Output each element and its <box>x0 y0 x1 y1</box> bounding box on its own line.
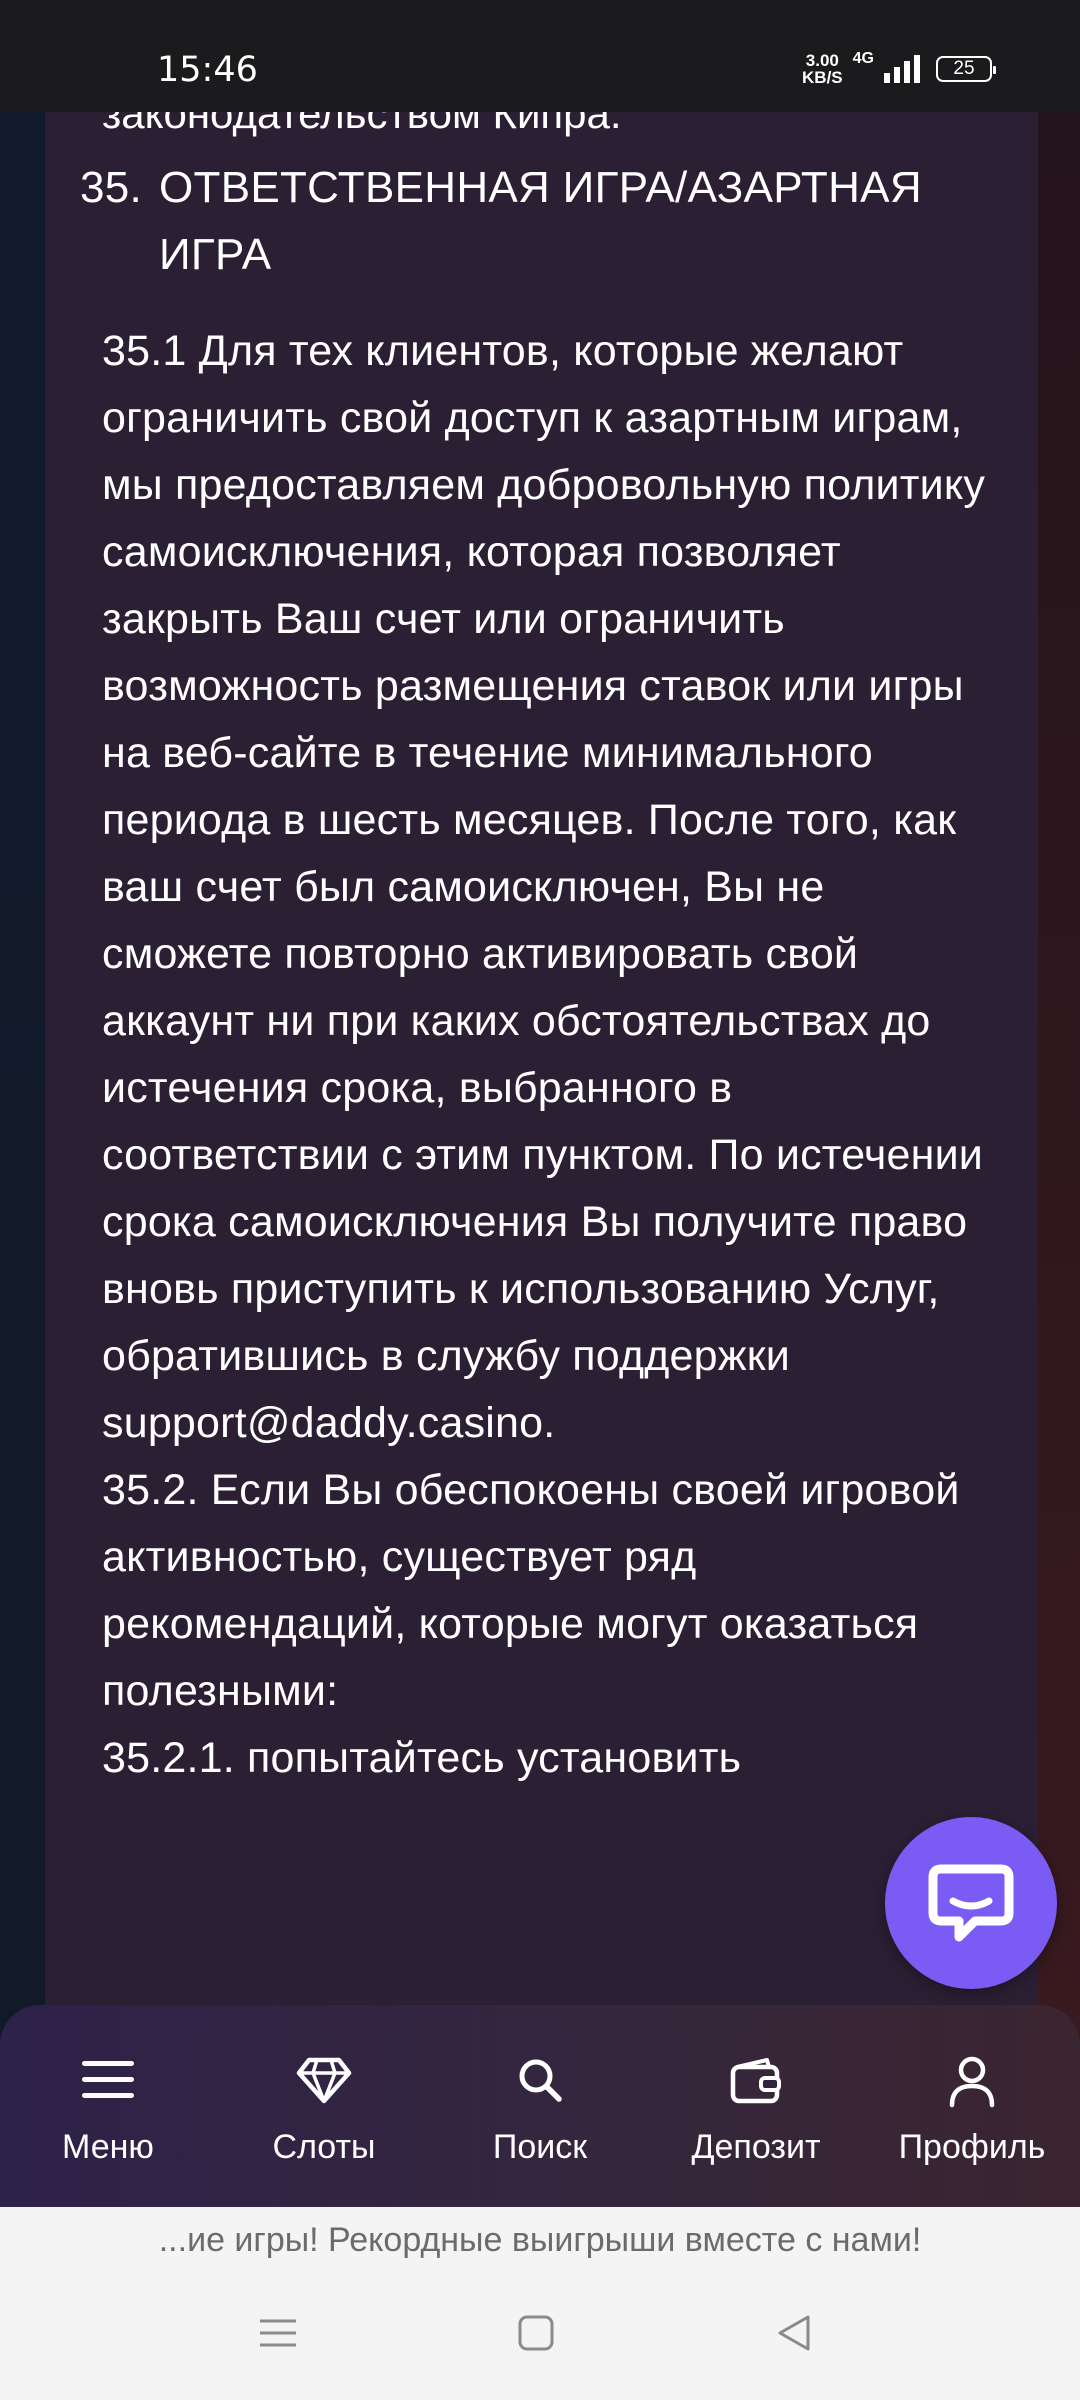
battery-level: 25 <box>953 58 975 79</box>
paragraph-35-1: 35.1 Для тех клиентов, которые желают ог… <box>102 327 986 1447</box>
terms-article: законодательством Кипра. 35. ОТВЕТСТВЕНН… <box>0 0 1080 2005</box>
network-type: 4G <box>852 50 874 67</box>
nav-label-deposit: Депозит <box>691 2128 821 2166</box>
network-speed-unit: KB/S <box>802 68 843 87</box>
nav-item-profile[interactable]: Профиль <box>872 2005 1072 2207</box>
section-number: 35. <box>80 163 143 212</box>
nav-label-menu: Меню <box>62 2128 154 2166</box>
chat-button[interactable] <box>885 1817 1057 1989</box>
network-speed: 3.00 KB/S <box>802 52 843 86</box>
status-indicators: 3.00 KB/S 4G 25 <box>802 50 996 86</box>
bottom-navigation: Меню Слоты Поиск Депозит Профиль <box>0 2005 1080 2207</box>
battery-icon: 25 <box>936 56 996 82</box>
user-icon <box>949 2056 995 2108</box>
wallet-icon <box>730 2058 781 2104</box>
nav-item-menu[interactable]: Меню <box>8 2005 208 2207</box>
nav-label-search: Поиск <box>492 2128 588 2166</box>
status-bar: 15:46 3.00 KB/S 4G 25 <box>0 0 1080 112</box>
chat-bubble-icon <box>928 1864 1014 1942</box>
paragraph-35-2-1: 35.2.1. попытайтесь установить <box>102 1734 742 1782</box>
back-icon[interactable] <box>774 2313 814 2353</box>
home-icon[interactable] <box>516 2313 556 2353</box>
signal-icon <box>884 55 920 83</box>
section-body: 35.1 Для тех клиентов, которые желают ог… <box>102 318 1002 1792</box>
nav-item-search[interactable]: Поиск <box>440 2005 640 2207</box>
recent-apps-icon[interactable] <box>258 2313 298 2353</box>
diamond-icon <box>296 2057 352 2104</box>
nav-label-slots: Слоты <box>272 2128 376 2166</box>
hamburger-menu-icon <box>82 2061 134 2098</box>
network-speed-value: 3.00 <box>805 51 839 70</box>
system-navigation-bar <box>0 2273 1080 2400</box>
nav-item-slots[interactable]: Слоты <box>224 2005 424 2207</box>
status-time: 15:46 <box>157 50 258 90</box>
promo-banner[interactable]: ...ие игры! Рекордные выигрыши вместе с … <box>0 2207 1080 2273</box>
nav-item-deposit[interactable]: Депозит <box>656 2005 856 2207</box>
search-icon <box>519 2059 562 2102</box>
paragraph-35-2: 35.2. Если Вы обеспокоены своей игровой … <box>102 1466 960 1715</box>
nav-label-profile: Профиль <box>898 2128 1046 2166</box>
section-title: ОТВЕТСТВЕННАЯ ИГРА/АЗАРТНАЯ ИГРА <box>159 163 922 279</box>
